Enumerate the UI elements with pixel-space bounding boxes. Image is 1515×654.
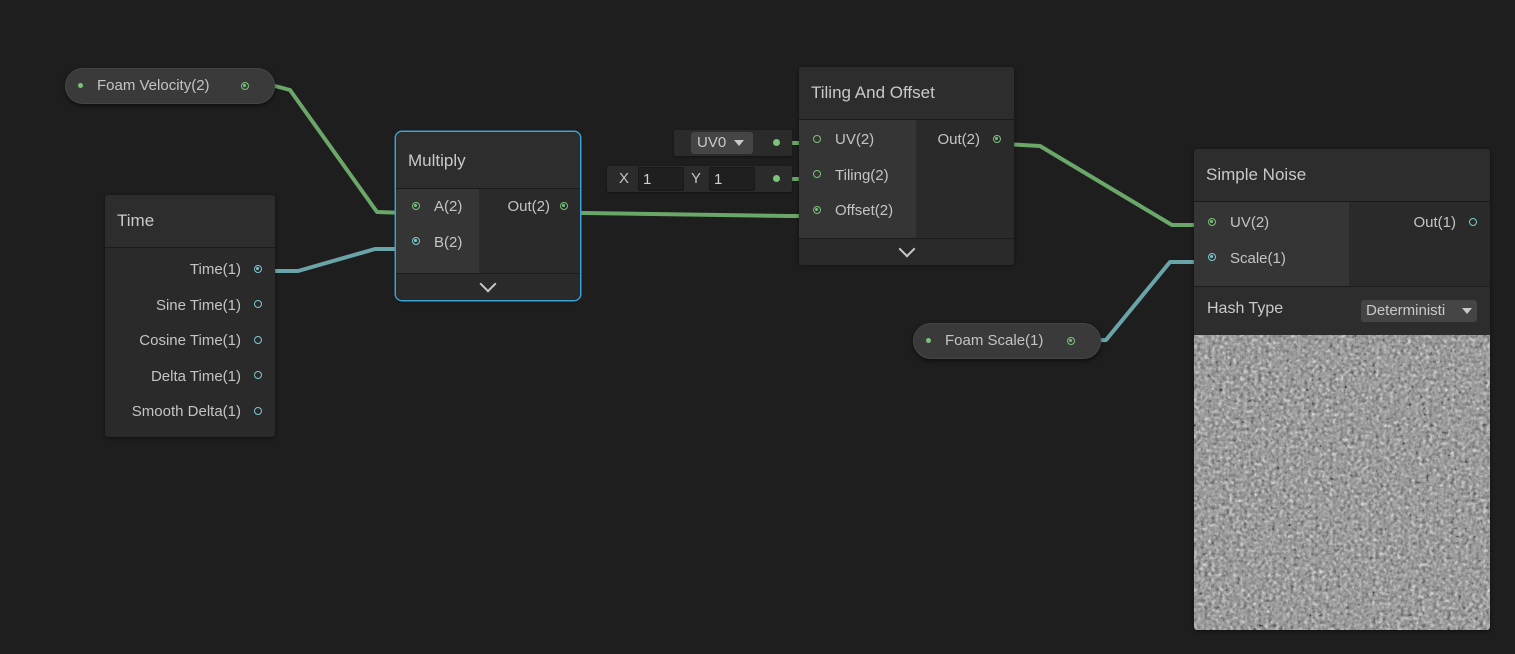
simple-noise-node[interactable]: Simple Noise UV(2) Scale(1) Out(1) Hash … [1194, 149, 1490, 630]
tiling-y-axis-label: Y [691, 170, 702, 187]
port-dot[interactable] [1208, 253, 1216, 261]
tiling-default-dot [773, 175, 780, 182]
foam-scale-property-node[interactable]: Foam Scale(1) [913, 323, 1101, 359]
foam-velocity-property-node[interactable]: Foam Velocity(2) [65, 68, 275, 104]
foam-velocity-output-port[interactable] [241, 82, 249, 90]
multiply-input-b[interactable]: B(2) [396, 225, 479, 261]
port-label: A(2) [434, 198, 463, 215]
noise-inputs: UV(2) Scale(1) [1194, 202, 1349, 286]
tiling-input-offset[interactable]: Offset(2) [799, 193, 916, 229]
port-label: Sine Time(1) [155, 296, 241, 314]
tiling-output-out[interactable]: Out(2) [916, 122, 1014, 158]
port-label: Smooth Delta(1) [131, 403, 241, 420]
port-label: Out(2) [507, 198, 550, 215]
uv-channel-field: UV0 [674, 130, 792, 156]
foam-scale-label: Foam Scale(1) [945, 332, 1044, 349]
multiply-outputs: Out(2) [479, 189, 580, 273]
multiply-inputs: A(2) B(2) [396, 189, 479, 273]
port-label: UV(2) [835, 131, 875, 148]
tiling-vector-field: X 1 Y 1 [607, 166, 792, 192]
time-output-time[interactable]: Time(1) [105, 252, 275, 288]
port-label: Offset(2) [835, 202, 894, 219]
wire-tiling-out-to-noise-uv [1002, 142, 1206, 227]
noise-preview-texture [1194, 335, 1490, 630]
port-dot[interactable] [412, 237, 420, 245]
port-dot[interactable] [993, 134, 1001, 143]
time-output-delta-time[interactable]: Delta Time(1) [105, 359, 275, 395]
multiply-node-title: Multiply [396, 132, 580, 189]
noise-input-scale[interactable]: Scale(1) [1194, 241, 1349, 277]
wire-time-to-multiply-b [264, 247, 408, 273]
wire-multiply-out-to-offset [566, 211, 810, 218]
port-dot[interactable] [254, 300, 262, 308]
time-output-sine-time[interactable]: Sine Time(1) [105, 288, 275, 324]
port-dot[interactable] [254, 406, 262, 415]
port-dot[interactable] [560, 201, 568, 210]
port-dot[interactable] [254, 371, 262, 379]
uv-default-dot [773, 139, 780, 146]
multiply-output-out[interactable]: Out(2) [479, 189, 580, 225]
property-indicator-dot [926, 338, 931, 343]
port-label: UV(2) [1230, 214, 1270, 231]
wire-foam-velocity-to-multiply-a [273, 84, 407, 215]
port-dot[interactable] [254, 264, 262, 273]
port-dot[interactable] [254, 335, 262, 344]
uv-channel-dropdown[interactable]: UV0 [691, 132, 753, 154]
property-indicator-dot [78, 83, 83, 88]
port-label: Time(1) [189, 261, 241, 278]
port-dot[interactable] [1469, 217, 1477, 226]
port-dot[interactable] [1208, 217, 1216, 226]
tiling-y-input[interactable]: 1 [709, 167, 755, 191]
tiling-and-offset-node[interactable]: Tiling And Offset UV(2) Tiling(2) Offset… [799, 67, 1014, 265]
port-label: Cosine Time(1) [139, 332, 241, 349]
time-node[interactable]: Time Time(1) Sine Time(1) Cosine Time(1)… [105, 195, 275, 437]
chevron-down-icon [898, 240, 915, 258]
hash-type-dropdown[interactable]: Deterministi [1361, 300, 1477, 322]
dropdown-caret-icon [734, 140, 745, 147]
tiling-expand-toggle[interactable] [799, 238, 1014, 265]
port-label: B(2) [434, 233, 463, 251]
port-dot[interactable] [813, 134, 821, 143]
time-output-smooth-delta[interactable]: Smooth Delta(1) [105, 394, 275, 430]
port-label: Out(1) [1413, 214, 1456, 231]
time-output-cosine-time[interactable]: Cosine Time(1) [105, 323, 275, 359]
port-label: Tiling(2) [835, 166, 889, 184]
tiling-outputs: Out(2) [916, 120, 1014, 238]
multiply-node[interactable]: Multiply A(2) B(2) Out(2) [396, 132, 580, 300]
tiling-and-offset-title: Tiling And Offset [799, 67, 1014, 120]
noise-preview [1194, 335, 1490, 630]
tiling-input-uv[interactable]: UV(2) [799, 122, 916, 158]
port-dot[interactable] [412, 201, 420, 210]
port-label: Delta Time(1) [150, 367, 241, 385]
dropdown-caret-icon [1462, 308, 1472, 314]
hash-type-value: Deterministi [1366, 302, 1446, 319]
tiling-input-tiling[interactable]: Tiling(2) [799, 158, 916, 194]
multiply-expand-toggle[interactable] [396, 273, 580, 300]
multiply-input-a[interactable]: A(2) [396, 189, 479, 225]
time-node-title: Time [105, 195, 275, 248]
tiling-x-axis-label: X [619, 170, 630, 187]
tiling-x-input[interactable]: 1 [638, 167, 684, 191]
port-label: Scale(1) [1230, 249, 1286, 267]
port-label: Out(2) [937, 131, 980, 148]
tiling-inputs: UV(2) Tiling(2) Offset(2) [799, 120, 916, 238]
chevron-down-icon [479, 275, 497, 293]
port-dot[interactable] [813, 205, 821, 214]
wire-foam-scale-to-noise-scale [1079, 260, 1206, 343]
hash-type-row: Hash Type Deterministi [1194, 286, 1490, 335]
uv-channel-value: UV0 [697, 134, 727, 151]
port-dot[interactable] [813, 170, 821, 178]
foam-scale-output-port[interactable] [1067, 337, 1075, 345]
foam-velocity-label: Foam Velocity(2) [97, 77, 210, 94]
hash-type-label: Hash Type [1207, 300, 1284, 317]
noise-input-uv[interactable]: UV(2) [1194, 205, 1349, 241]
noise-output-out[interactable]: Out(1) [1349, 205, 1490, 241]
simple-noise-title: Simple Noise [1194, 149, 1490, 202]
noise-outputs: Out(1) [1349, 202, 1490, 286]
